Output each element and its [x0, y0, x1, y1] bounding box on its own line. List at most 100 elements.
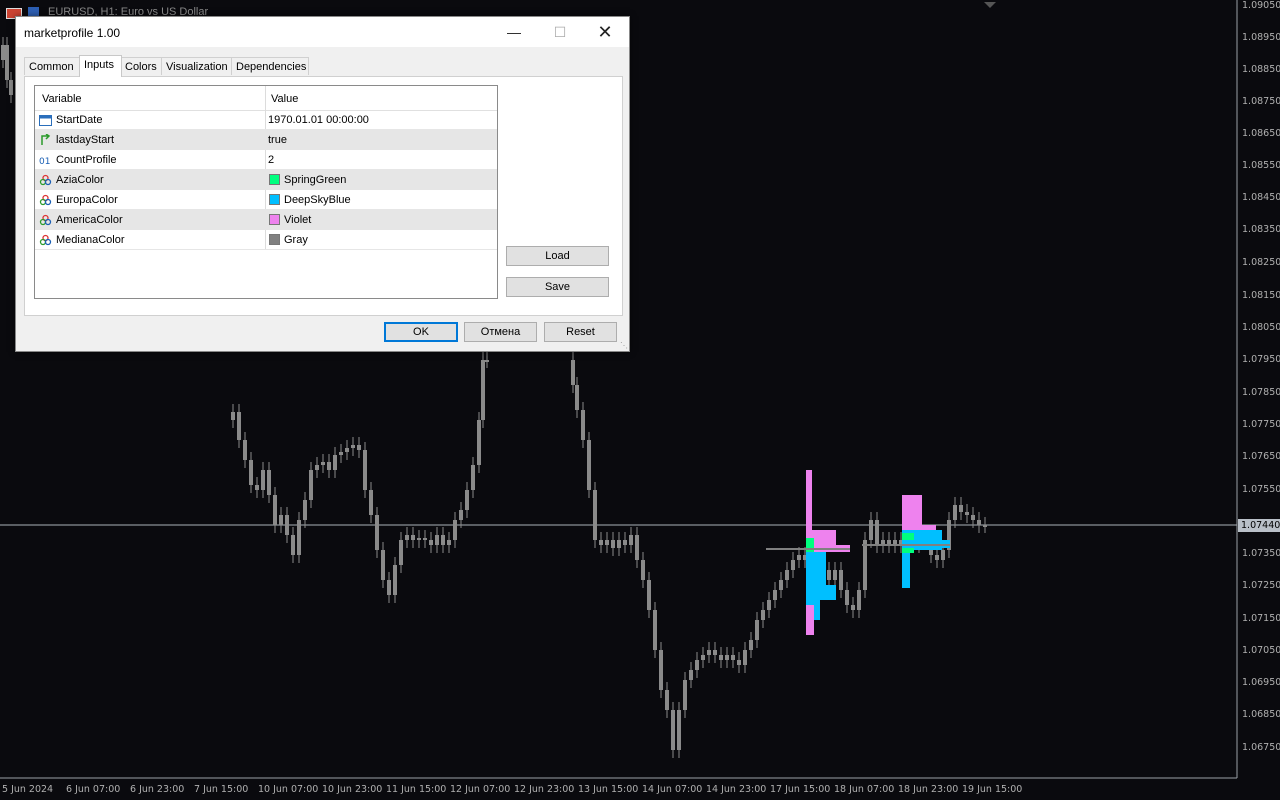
- candle-body: [593, 490, 597, 540]
- candle-body: [465, 490, 469, 510]
- int-icon: 01: [39, 154, 52, 167]
- param-value[interactable]: true: [268, 134, 287, 146]
- candle-body: [381, 550, 385, 580]
- candle-body: [851, 605, 855, 610]
- candle-body: [665, 690, 669, 710]
- param-name: MedianaColor: [56, 234, 125, 246]
- time-label: 10 Jun 07:00: [258, 784, 319, 795]
- candle-body: [345, 448, 349, 452]
- color-swatch[interactable]: [269, 174, 280, 185]
- param-value[interactable]: 1970.01.01 00:00:00: [268, 114, 369, 126]
- param-value[interactable]: SpringGreen: [284, 174, 346, 186]
- candle-body: [611, 540, 615, 548]
- save-button[interactable]: Save: [506, 277, 609, 297]
- candle-body: [435, 535, 439, 545]
- resize-grip-icon[interactable]: ⋱: [620, 342, 628, 350]
- candle-body: [653, 610, 657, 650]
- color-swatch[interactable]: [269, 234, 280, 245]
- candle-body: [309, 470, 313, 500]
- candle-body: [441, 535, 445, 545]
- param-name: AziaColor: [56, 174, 104, 186]
- candle-body: [387, 580, 391, 595]
- candle-body: [701, 655, 705, 660]
- candle-body: [485, 360, 489, 362]
- candle-body: [327, 462, 331, 470]
- ok-button[interactable]: OK: [384, 322, 458, 342]
- candle-body: [429, 540, 433, 545]
- color-swatch[interactable]: [269, 214, 280, 225]
- candle-body: [977, 520, 981, 525]
- candle-body: [695, 660, 699, 670]
- current-price-tag: 1.07440: [1238, 519, 1280, 532]
- minimize-icon[interactable]: —: [491, 17, 537, 47]
- bool-icon: [39, 133, 52, 146]
- price-label: 1.08150: [1242, 290, 1280, 301]
- price-label: 1.09050: [1242, 0, 1280, 11]
- candle-body: [477, 420, 481, 465]
- candle-body: [393, 565, 397, 595]
- candle-body: [273, 495, 277, 525]
- close-icon[interactable]: ✕: [582, 17, 628, 47]
- color-swatch[interactable]: [269, 194, 280, 205]
- candle-body: [839, 570, 843, 590]
- candle-body: [267, 470, 271, 495]
- inputs-table[interactable]: Variable Value StartDate 1970.01.01 00:00…: [34, 85, 498, 299]
- tab-colors[interactable]: Colors: [120, 57, 162, 75]
- reset-button[interactable]: Reset: [544, 322, 617, 342]
- candle-body: [587, 440, 591, 490]
- maximize-icon[interactable]: ☐: [537, 17, 583, 47]
- time-label: 18 Jun 23:00: [898, 784, 959, 795]
- table-row[interactable]: 01 CountProfile 2: [35, 150, 497, 170]
- load-button[interactable]: Load: [506, 246, 609, 266]
- dialog-titlebar[interactable]: marketprofile 1.00 — ☐ ✕: [16, 17, 629, 47]
- price-label: 1.07550: [1242, 484, 1280, 495]
- candle-body: [791, 560, 795, 570]
- calendar-icon: [39, 114, 52, 126]
- candle-body: [459, 510, 463, 520]
- candle-body: [935, 555, 939, 560]
- table-row[interactable]: StartDate 1970.01.01 00:00:00: [35, 110, 497, 130]
- tab-visualization[interactable]: Visualization: [161, 57, 232, 75]
- price-label: 1.08350: [1242, 224, 1280, 235]
- table-row[interactable]: EuropaColor DeepSkyBlue: [35, 190, 497, 210]
- param-name: lastdayStart: [56, 134, 115, 146]
- tab-dependencies[interactable]: Dependencies: [231, 57, 309, 75]
- candle-body: [959, 505, 963, 512]
- candle-body: [779, 580, 783, 590]
- candle-body: [369, 490, 373, 515]
- table-row[interactable]: lastdayStart true: [35, 130, 497, 150]
- param-value[interactable]: Gray: [284, 234, 308, 246]
- profile-bar: [806, 470, 812, 530]
- table-row[interactable]: MedianaColor Gray: [35, 230, 497, 250]
- candle-body: [941, 550, 945, 560]
- time-label: 6 Jun 07:00: [66, 784, 121, 795]
- candle-body: [737, 660, 741, 665]
- candle-body: [833, 570, 837, 580]
- candle-body: [953, 505, 957, 520]
- tab-inputs[interactable]: Inputs: [79, 55, 122, 77]
- chart-shift-marker-icon[interactable]: [984, 2, 996, 8]
- candle-body: [285, 515, 289, 535]
- candle-body: [713, 650, 717, 655]
- tab-common[interactable]: Common: [24, 57, 81, 75]
- price-label: 1.07350: [1242, 548, 1280, 559]
- candle-body: [243, 440, 247, 460]
- param-value[interactable]: Violet: [284, 214, 311, 226]
- cancel-button[interactable]: Отмена: [464, 322, 537, 342]
- column-variable[interactable]: Variable: [42, 93, 82, 105]
- time-label: 17 Jun 15:00: [770, 784, 831, 795]
- candle-body: [339, 452, 343, 455]
- candle-body: [581, 410, 585, 440]
- column-value[interactable]: Value: [271, 93, 298, 105]
- table-row[interactable]: AziaColor SpringGreen: [35, 170, 497, 190]
- time-label: 5 Jun 2024: [2, 784, 54, 795]
- candle-body: [249, 460, 253, 485]
- candle-body: [481, 360, 485, 420]
- candle-body: [417, 538, 421, 540]
- param-value[interactable]: DeepSkyBlue: [284, 194, 351, 206]
- candle-body: [471, 465, 475, 490]
- param-value[interactable]: 2: [268, 154, 274, 166]
- candle-body: [683, 680, 687, 710]
- table-row[interactable]: AmericaColor Violet: [35, 210, 497, 230]
- candle-body: [731, 655, 735, 660]
